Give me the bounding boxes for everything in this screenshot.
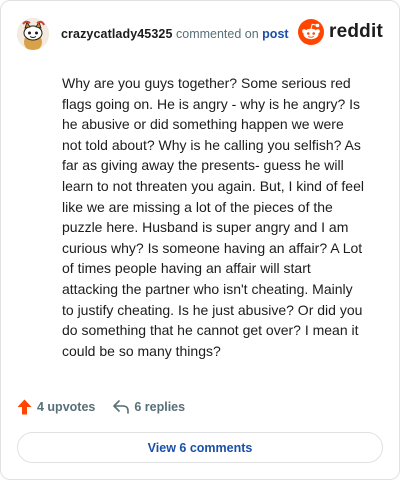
comment-meta: crazycatlady45325 commented on post — [61, 27, 289, 41]
view-comments-button[interactable]: View 6 comments — [17, 432, 383, 463]
reddit-logo-icon — [298, 19, 325, 45]
replies-button[interactable]: 6 replies — [113, 400, 185, 414]
comment-card: crazycatlady45325 commented on post redd… — [0, 0, 400, 480]
comment-actions: 4 upvotes 6 replies — [17, 399, 185, 415]
reply-count: 6 replies — [134, 400, 186, 414]
commented-on-text: commented on — [176, 27, 259, 41]
reply-arrow-icon — [113, 400, 130, 414]
reddit-wordmark: reddit — [329, 21, 383, 42]
upvote-button[interactable]: 4 upvotes — [17, 399, 95, 415]
avatar[interactable] — [17, 18, 49, 50]
upvote-arrow-icon — [17, 399, 32, 415]
snoo-avatar-icon — [17, 18, 49, 50]
username-link[interactable]: crazycatlady45325 — [61, 27, 173, 41]
upvote-count: 4 upvotes — [37, 400, 96, 414]
post-link[interactable]: post — [262, 27, 288, 41]
comment-body: Why are you guys together? Some serious … — [62, 75, 364, 359]
comment-header: crazycatlady45325 commented on post redd… — [17, 17, 383, 51]
reddit-logo[interactable]: reddit — [298, 19, 383, 45]
